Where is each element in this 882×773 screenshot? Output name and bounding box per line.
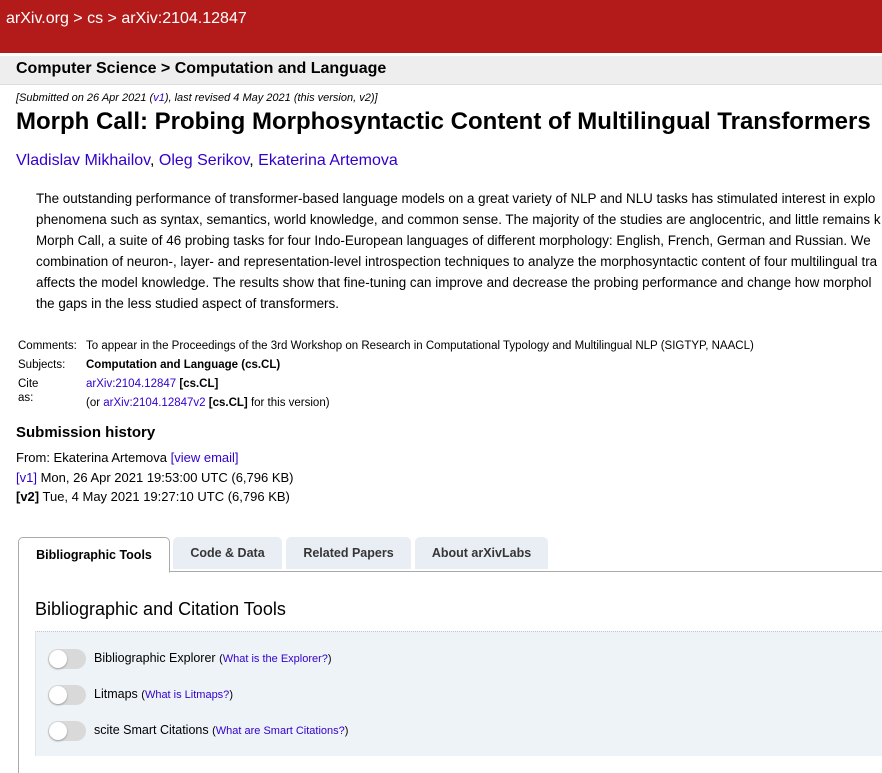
subjects-value: Computation and Language (cs.CL) <box>86 359 281 371</box>
comments-label: Comments: <box>18 340 77 352</box>
version-line: [v2] Tue, 4 May 2021 19:27:10 UTC (6,796… <box>16 487 294 507</box>
tool-row-scite: scite Smart Citations (What are Smart Ci… <box>48 720 348 741</box>
version-v2-label: [v2] <box>16 489 40 504</box>
tab-bibliographic-tools[interactable]: Bibliographic Tools <box>18 537 170 573</box>
abstract-line: affects the model knowledge. The results… <box>36 275 872 290</box>
author-separator: , <box>149 152 159 169</box>
submitter-line: From: Ekaterina Artemova [view email] <box>16 448 294 468</box>
author-list: Vladislav Mikhailov, Oleg Serikov, Ekate… <box>16 152 398 170</box>
subjects-label: Subjects: <box>18 359 66 371</box>
author-separator: , <box>249 152 259 169</box>
abstract-line: combination of neuron-, layer- and repre… <box>36 254 878 269</box>
view-email-link[interactable]: [view email] <box>171 450 239 465</box>
abstract-line: the gaps in the less studied aspect of t… <box>36 296 339 311</box>
submitter-text: From: Ekaterina Artemova <box>16 450 171 465</box>
breadcrumb-separator: > <box>103 10 122 27</box>
cite-label: Cite as: <box>18 378 39 404</box>
submission-dateline: [Submitted on 26 Apr 2021 (v1), last rev… <box>16 92 378 104</box>
breadcrumb-paper-id: arXiv:2104.12847 <box>121 10 247 27</box>
breadcrumb-section-link[interactable]: cs <box>87 10 103 27</box>
dateline-prefix: [Submitted on 26 Apr 2021 ( <box>16 92 154 104</box>
tool-row-litmaps: Litmaps (What is Litmaps?) <box>48 684 233 705</box>
tool-name: Bibliographic Explorer <box>94 651 216 665</box>
litmaps-toggle[interactable] <box>48 684 86 705</box>
version-line: [v1] Mon, 26 Apr 2021 19:53:00 UTC (6,79… <box>16 468 294 488</box>
tools-tab-bar: Bibliographic Tools Code & Data Related … <box>18 537 882 573</box>
author-link[interactable]: Ekaterina Artemova <box>258 152 398 169</box>
abstract: The outstanding performance of transform… <box>36 188 882 314</box>
cite-version-suffix: for this version) <box>247 397 330 409</box>
author-link[interactable]: Vladislav Mikhailov <box>16 152 150 169</box>
explorer-help-link[interactable]: What is the Explorer? <box>223 653 328 665</box>
subject-header: Computer Science > Computation and Langu… <box>0 56 882 85</box>
tools-panel: Bibliographic and Citation Tools Bibliog… <box>18 571 882 773</box>
cite-value: arXiv:2104.12847 [cs.CL] <box>86 377 218 391</box>
tools-panel-heading: Bibliographic and Citation Tools <box>35 599 286 619</box>
cite-version-prefix: (or <box>86 397 104 409</box>
tab-code-data[interactable]: Code & Data <box>173 537 282 569</box>
submission-history-heading: Submission history <box>16 424 156 441</box>
cite-version-value: (or arXiv:2104.12847v2 [cs.CL] for this … <box>86 396 330 410</box>
cite-version-link[interactable]: arXiv:2104.12847v2 <box>103 397 205 409</box>
comments-value: To appear in the Proceedings of the 3rd … <box>86 340 754 352</box>
litmaps-help-link[interactable]: What is Litmaps? <box>145 689 229 701</box>
submission-history: From: Ekaterina Artemova [view email] [v… <box>16 448 294 507</box>
tool-name: Litmaps <box>94 687 138 701</box>
tools-box: Bibliographic Explorer (What is the Expl… <box>35 631 882 756</box>
scite-help-link[interactable]: What are Smart Citations? <box>216 725 345 737</box>
breadcrumb-site-link[interactable]: arXiv.org <box>6 10 69 27</box>
abstract-line: Morph Call, a suite of 46 probing tasks … <box>36 233 871 248</box>
version-v1-link[interactable]: [v1] <box>16 470 37 485</box>
scite-toggle[interactable] <box>48 720 86 741</box>
header-bar: arXiv.org > cs > arXiv:2104.12847 <box>0 0 882 53</box>
bibliographic-explorer-toggle[interactable] <box>48 648 86 669</box>
author-link[interactable]: Oleg Serikov <box>159 152 249 169</box>
tool-name: scite Smart Citations <box>94 723 209 737</box>
cite-version-category: [cs.CL] <box>208 397 248 409</box>
cite-link[interactable]: arXiv:2104.12847 <box>86 378 176 390</box>
paper-title: Morph Call: Probing Morphosyntactic Cont… <box>16 108 871 135</box>
cite-category: [cs.CL] <box>179 378 219 390</box>
abstract-line: The outstanding performance of transform… <box>36 191 876 206</box>
version-v1-date: Mon, 26 Apr 2021 19:53:00 UTC (6,796 KB) <box>36 469 294 485</box>
tool-row-bibliographic-explorer: Bibliographic Explorer (What is the Expl… <box>48 648 332 669</box>
version-v2-date: Tue, 4 May 2021 19:27:10 UTC (6,796 KB) <box>39 489 290 504</box>
version-v1-link[interactable]: v1 <box>153 92 165 104</box>
tab-related-papers[interactable]: Related Papers <box>286 537 411 569</box>
subject-header-text: Computer Science > Computation and Langu… <box>16 60 387 77</box>
tab-about-arxivlabs[interactable]: About arXivLabs <box>415 537 548 569</box>
breadcrumb: arXiv.org > cs > arXiv:2104.12847 <box>6 10 247 28</box>
dateline-suffix: ), last revised 4 May 2021 (this version… <box>164 92 378 104</box>
abstract-line: phenomena such as syntax, semantics, wor… <box>36 212 881 227</box>
breadcrumb-separator: > <box>68 10 88 27</box>
